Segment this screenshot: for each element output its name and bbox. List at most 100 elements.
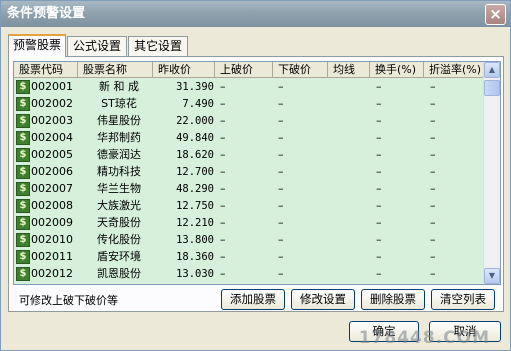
column-header-code[interactable]: 股票代码 xyxy=(14,62,78,78)
column-header-prev-close[interactable]: 昨收价 xyxy=(153,62,215,78)
prev-close-cell: 12.750 xyxy=(176,200,214,212)
dollar-icon: $ xyxy=(16,165,30,179)
prev-close-cell: 13.030 xyxy=(176,268,214,280)
ma-cell xyxy=(332,249,342,265)
up-cell: – xyxy=(220,165,226,178)
table-row[interactable]: $002004 华邦制药 49.840– – – – xyxy=(14,130,484,147)
table-row[interactable]: $002001 新 和 成 31.390– – – – xyxy=(14,79,484,96)
up-cell: – xyxy=(220,148,226,161)
prem-cell: – xyxy=(430,182,436,195)
stock-code-cell: 002010 xyxy=(31,233,73,246)
add-stock-button[interactable]: 添加股票 xyxy=(221,289,285,310)
turn-cell: – xyxy=(376,165,382,178)
ma-cell xyxy=(332,147,342,163)
stock-name-cell: 伟星股份 xyxy=(97,114,141,127)
turn-cell: – xyxy=(376,148,382,161)
prem-cell: – xyxy=(430,233,436,246)
tab-panel: 股票代码 股票名称 昨收价 上破价 下破价 均线 换手(%) 折溢率(%) $0… xyxy=(8,56,504,312)
stock-code-cell: 002002 xyxy=(31,97,73,110)
scroll-down-button[interactable]: ▼ xyxy=(484,268,500,284)
dollar-icon: $ xyxy=(16,267,30,281)
vertical-scrollbar[interactable]: ▲ ▼ xyxy=(483,62,500,284)
prev-close-cell: 48.290 xyxy=(176,183,214,195)
stock-code-cell: 002011 xyxy=(31,250,73,263)
dollar-icon: $ xyxy=(16,233,30,247)
tab-label: 公式设置 xyxy=(72,39,121,53)
ma-cell xyxy=(332,130,342,146)
down-cell: – xyxy=(278,182,284,195)
up-cell: – xyxy=(220,97,226,110)
dollar-icon: $ xyxy=(16,216,30,230)
dollar-icon: $ xyxy=(16,97,30,111)
prev-close-cell: 13.800 xyxy=(176,234,214,246)
column-header-lower-break[interactable]: 下破价 xyxy=(273,62,328,78)
table-row[interactable]: $002005 德豪润达 18.620– – – – xyxy=(14,147,484,164)
prev-close-cell: 31.390 xyxy=(176,81,214,93)
down-cell: – xyxy=(278,165,284,178)
table-row[interactable]: $002009 天奇股份 12.210– – – – xyxy=(14,215,484,232)
turn-cell: – xyxy=(376,216,382,229)
stock-name-cell: 大族激光 xyxy=(97,199,141,212)
table-row[interactable]: $002010 传化股份 13.800– – – – xyxy=(14,232,484,249)
dollar-icon: $ xyxy=(16,80,30,94)
prem-cell: – xyxy=(430,131,436,144)
edit-settings-button[interactable]: 修改设置 xyxy=(291,289,355,310)
grid-header: 股票代码 股票名称 昨收价 上破价 下破价 均线 换手(%) 折溢率(%) xyxy=(14,62,484,78)
ma-cell xyxy=(332,79,342,95)
up-cell: – xyxy=(220,250,226,263)
stock-code-cell: 002007 xyxy=(31,182,73,195)
tab-label: 预警股票 xyxy=(12,38,61,52)
prem-cell: – xyxy=(430,267,436,280)
stock-name-cell: 华邦制药 xyxy=(97,131,141,144)
stock-code-cell: 002012 xyxy=(31,267,73,280)
stock-name-cell: 天奇股份 xyxy=(97,216,141,229)
up-cell: – xyxy=(220,80,226,93)
ma-cell xyxy=(332,266,342,282)
column-header-name[interactable]: 股票名称 xyxy=(78,62,153,78)
prem-cell: – xyxy=(430,250,436,263)
ma-cell xyxy=(332,113,342,129)
down-cell: – xyxy=(278,250,284,263)
turn-cell: – xyxy=(376,182,382,195)
table-row[interactable]: $002012 凯恩股份 13.030– – – – xyxy=(14,266,484,283)
column-header-upper-break[interactable]: 上破价 xyxy=(215,62,273,78)
tab-other-settings[interactable]: 其它设置 xyxy=(128,36,188,56)
table-row[interactable]: $002011 盾安环境 18.360– – – – xyxy=(14,249,484,266)
up-cell: – xyxy=(220,131,226,144)
scroll-up-button[interactable]: ▲ xyxy=(484,62,500,78)
ma-cell xyxy=(332,232,342,248)
turn-cell: – xyxy=(376,233,382,246)
turn-cell: – xyxy=(376,80,382,93)
table-row[interactable]: $002007 华兰生物 48.290– – – – xyxy=(14,181,484,198)
table-row[interactable]: $002006 精功科技 12.700– – – – xyxy=(14,164,484,181)
close-icon: × xyxy=(489,5,502,23)
stock-grid[interactable]: 股票代码 股票名称 昨收价 上破价 下破价 均线 换手(%) 折溢率(%) $0… xyxy=(13,61,501,285)
close-button[interactable]: × xyxy=(485,4,506,25)
down-cell: – xyxy=(278,148,284,161)
prem-cell: – xyxy=(430,165,436,178)
prem-cell: – xyxy=(430,199,436,212)
table-row[interactable]: $002003 伟星股份 22.000– – – – xyxy=(14,113,484,130)
hint-text: 可修改上破下破价等 xyxy=(19,294,118,307)
scroll-thumb[interactable] xyxy=(484,80,500,96)
stock-name-cell: 凯恩股份 xyxy=(97,267,141,280)
column-header-premium[interactable]: 折溢率(%) xyxy=(424,62,484,78)
tab-alert-stocks[interactable]: 预警股票 xyxy=(8,34,66,57)
column-header-turnover[interactable]: 换手(%) xyxy=(370,62,424,78)
clear-list-button[interactable]: 清空列表 xyxy=(431,289,495,310)
dollar-icon: $ xyxy=(16,114,30,128)
turn-cell: – xyxy=(376,97,382,110)
title-bar: 条件预警设置 × xyxy=(1,1,510,27)
dollar-icon: $ xyxy=(16,182,30,196)
stock-name-cell: 传化股份 xyxy=(97,233,141,246)
stock-name-cell: 精功科技 xyxy=(97,165,141,178)
table-row[interactable]: $002002 ST琼花 7.490– – – – xyxy=(14,96,484,113)
up-cell: – xyxy=(220,216,226,229)
delete-stock-button[interactable]: 删除股票 xyxy=(361,289,425,310)
prem-cell: – xyxy=(430,97,436,110)
dollar-icon: $ xyxy=(16,250,30,264)
table-row[interactable]: $002008 大族激光 12.750– – – – xyxy=(14,198,484,215)
tab-formula-settings[interactable]: 公式设置 xyxy=(67,36,127,56)
column-header-ma[interactable]: 均线 xyxy=(328,62,370,78)
watermark: 178448.COM xyxy=(358,328,490,348)
